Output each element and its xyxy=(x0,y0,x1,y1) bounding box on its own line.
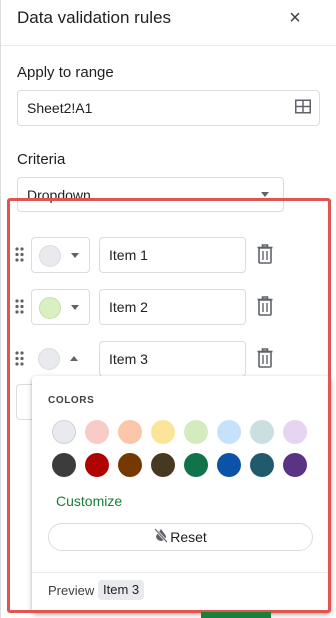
range-input[interactable]: Sheet2!A1 xyxy=(17,90,320,126)
close-icon[interactable]: × xyxy=(286,8,304,28)
chevron-down-icon xyxy=(261,192,269,197)
grid-select-icon[interactable] xyxy=(295,99,311,117)
apply-to-range-label: Apply to range xyxy=(17,64,114,81)
range-input-value: Sheet2!A1 xyxy=(27,100,93,116)
data-validation-panel: Data validation rules × Apply to range S… xyxy=(0,0,336,618)
panel-title: Data validation rules xyxy=(17,8,172,27)
criteria-label: Criteria xyxy=(17,151,66,168)
done-button-partial[interactable] xyxy=(201,612,271,618)
highlight-frame xyxy=(7,198,331,613)
header-divider xyxy=(1,45,336,46)
